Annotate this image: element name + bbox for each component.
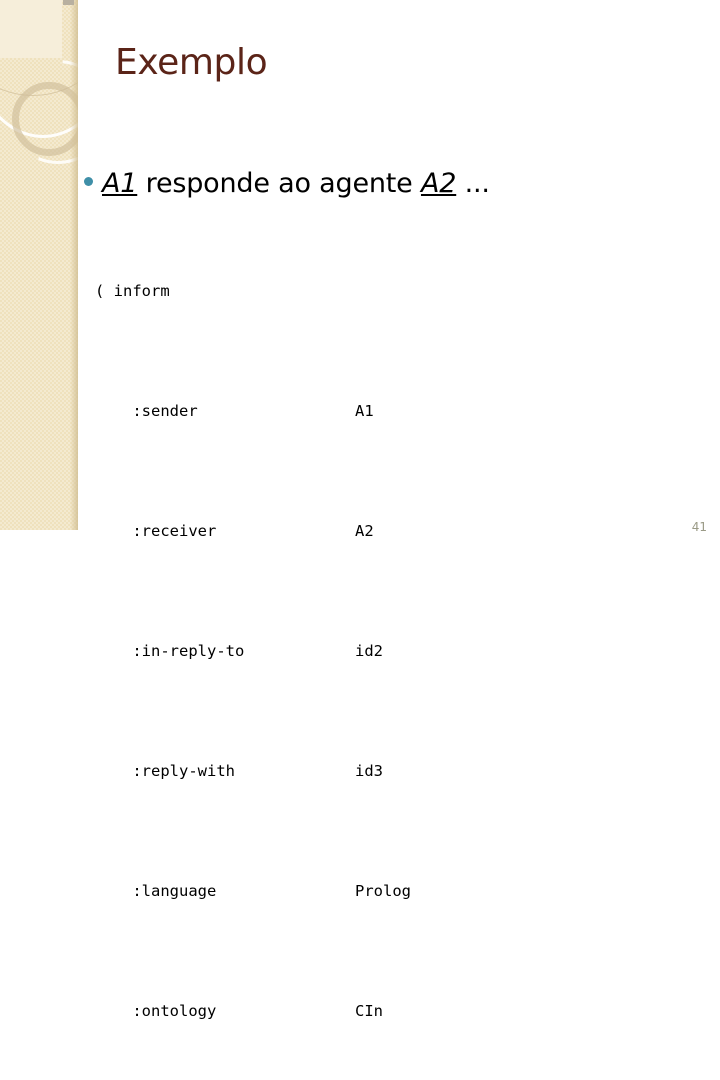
decorative-sidebar <box>0 0 78 530</box>
bullet-agent-a2: A2 <box>420 168 457 199</box>
code-open-paren: ( inform <box>95 282 170 300</box>
code-key: :language <box>95 882 217 900</box>
bullet-ellipsis: ... <box>456 168 490 199</box>
code-line-in-reply-to: :in-reply-to id2 <box>95 636 570 666</box>
code-line-open: ( inform <box>95 276 570 306</box>
sidebar-corner-nick <box>63 0 74 5</box>
code-value: A2 <box>355 522 374 540</box>
code-value: Prolog <box>355 882 411 900</box>
code-line-language: :language Prolog <box>95 876 570 906</box>
bullet-agent-a1: A1 <box>102 168 138 199</box>
code-value: id3 <box>355 762 383 780</box>
code-key: :receiver <box>95 522 217 540</box>
bullet-row: A1 responde ao agente A2 ... <box>84 168 490 199</box>
code-line-sender: :sender A1 <box>95 396 570 426</box>
sidebar-edge <box>70 0 78 530</box>
code-key: :in-reply-to <box>95 642 245 660</box>
code-line-reply-with: :reply-with id3 <box>95 756 570 786</box>
code-line-receiver: :receiver A2 <box>95 516 570 546</box>
bullet-middle-text: responde ao agente <box>137 168 421 199</box>
bullet-marker-icon <box>84 177 93 186</box>
code-line-ontology: :ontology CIn <box>95 996 570 1026</box>
page-title: Exemplo <box>115 42 268 83</box>
page-number: 41 <box>691 520 707 534</box>
code-value: CIn <box>355 1002 383 1020</box>
code-key: :reply-with <box>95 762 235 780</box>
code-key: :sender <box>95 402 198 420</box>
code-value: A1 <box>355 402 374 420</box>
bullet-text: A1 responde ao agente A2 ... <box>102 168 490 199</box>
acl-message-block: ( inform :sender A1 :receiver A2 :in-rep… <box>95 216 570 1080</box>
slide-canvas: Exemplo A1 responde ao agente A2 ... ( i… <box>0 0 720 1020</box>
code-key: :ontology <box>95 1002 217 1020</box>
code-value: id2 <box>355 642 383 660</box>
